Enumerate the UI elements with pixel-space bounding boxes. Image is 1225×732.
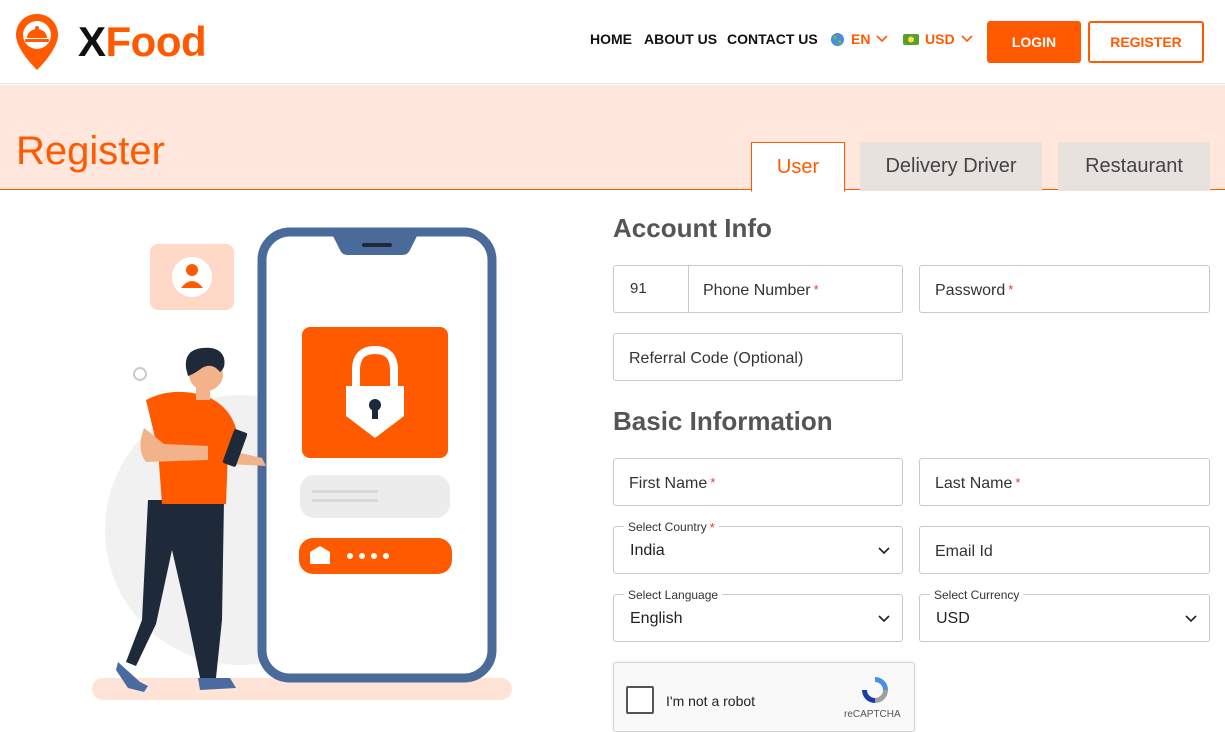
recaptcha-brand: reCAPTCHA: [844, 709, 901, 720]
recaptcha-label: I'm not a robot: [666, 693, 756, 709]
food-pin-logo-icon: [16, 14, 58, 70]
page-title: Register: [16, 129, 165, 173]
last-name-placeholder: Last Name *: [935, 475, 1021, 492]
language-select[interactable]: Select Language English: [613, 588, 903, 642]
chevron-down-icon: [878, 547, 890, 555]
tab-restaurant[interactable]: Restaurant: [1058, 142, 1210, 191]
language-selector[interactable]: EN: [830, 31, 889, 47]
nav-about-link[interactable]: ABOUT US: [644, 31, 717, 47]
chevron-down-icon: [878, 615, 890, 623]
chevron-down-icon: [1185, 615, 1197, 623]
nav-contact-link[interactable]: CONTACT US: [727, 31, 818, 47]
country-code-field[interactable]: 91: [614, 266, 689, 312]
country-select-value: India: [630, 542, 665, 559]
xfood-logo[interactable]: XFood: [14, 12, 207, 72]
register-banner: Register User Delivery Driver Restaurant: [0, 85, 1225, 192]
account-info-heading: Account Info: [613, 213, 772, 243]
recaptcha-checkbox[interactable]: [626, 686, 654, 714]
last-name-field[interactable]: Last Name *: [919, 458, 1210, 506]
login-button[interactable]: LOGIN: [987, 21, 1081, 63]
tab-user[interactable]: User: [751, 142, 845, 192]
email-placeholder: Email Id: [935, 543, 993, 560]
currency-value: USD: [925, 31, 955, 47]
password-placeholder: Password *: [935, 282, 1014, 299]
currency-select-label: Select Currency: [930, 588, 1024, 602]
referral-code-field[interactable]: Referral Code (Optional): [613, 333, 903, 381]
country-select-label: Select Country *: [624, 520, 719, 535]
language-value: EN: [851, 31, 871, 47]
register-button[interactable]: REGISTER: [1088, 21, 1204, 63]
chevron-down-icon: [960, 35, 973, 43]
tab-delivery-driver[interactable]: Delivery Driver: [860, 142, 1042, 191]
chevron-down-icon: [876, 35, 889, 43]
currency-select[interactable]: Select Currency USD: [919, 588, 1210, 642]
language-select-label: Select Language: [624, 588, 723, 602]
currency-select-value: USD: [936, 610, 970, 627]
recaptcha-logo-icon: [862, 677, 888, 703]
globe-icon: [830, 32, 845, 46]
password-field[interactable]: Password *: [919, 265, 1210, 313]
basic-information-heading: Basic Information: [613, 406, 833, 436]
phone-security-illustration: [92, 227, 512, 700]
first-name-placeholder: First Name *: [629, 475, 716, 492]
referral-code-placeholder: Referral Code (Optional): [629, 350, 804, 367]
phone-number-placeholder: Phone Number *: [703, 282, 819, 299]
phone-number-field[interactable]: 91 Phone Number *: [613, 265, 903, 313]
email-field[interactable]: Email Id: [919, 526, 1210, 574]
cash-icon: [903, 33, 919, 45]
language-select-value: English: [630, 610, 683, 627]
first-name-field[interactable]: First Name *: [613, 458, 903, 506]
country-select[interactable]: Select Country * India: [613, 520, 903, 574]
logo-wordmark: XFood: [78, 18, 207, 65]
nav-home-link[interactable]: HOME: [590, 31, 632, 47]
top-navbar: XFood HOME ABOUT US CONTACT US EN USD LO…: [0, 0, 1225, 84]
currency-selector[interactable]: USD: [903, 31, 973, 47]
